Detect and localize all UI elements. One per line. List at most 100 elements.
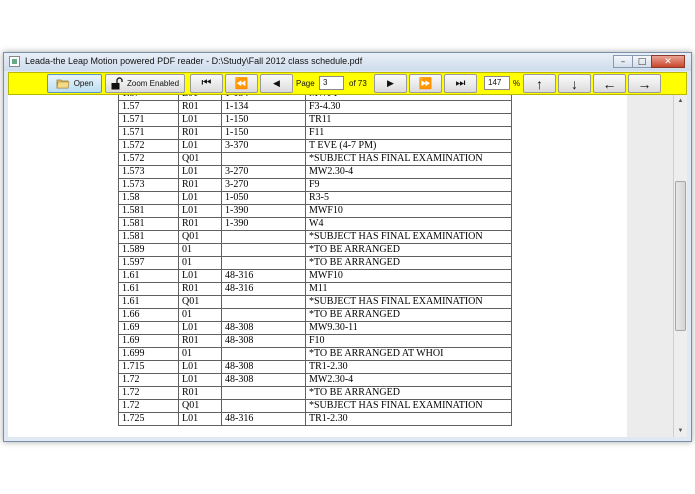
next-icon: ▶	[387, 78, 394, 88]
table-row: 1.57 R01 1-134 F3-4.30	[118, 100, 512, 114]
folder-icon	[56, 79, 70, 89]
zoom-percent-label: %	[513, 79, 521, 88]
cell-section: L01	[178, 373, 222, 387]
cell-room: 3-370	[221, 139, 306, 153]
cell-time: *SUBJECT HAS FINAL EXAMINATION	[305, 399, 512, 413]
cell-time: M11	[305, 282, 512, 296]
previous-page-button[interactable]: ◀	[260, 74, 293, 93]
cell-subject: 1.597	[118, 256, 179, 270]
page-label: Page	[296, 79, 315, 88]
table-row: 1.581 Q01 *SUBJECT HAS FINAL EXAMINATION	[118, 230, 512, 244]
cell-subject: 1.571	[118, 113, 179, 127]
cell-subject: 1.69	[118, 321, 179, 335]
cell-section: L01	[178, 139, 222, 153]
table-row: 1.725 L01 48-316 TR1-2.30	[118, 412, 512, 426]
last-page-button[interactable]: ⏭	[444, 74, 477, 93]
table-row: 1.573 R01 3-270 F9	[118, 178, 512, 192]
cell-room	[221, 386, 306, 400]
cell-room	[221, 295, 306, 309]
cell-time: *SUBJECT HAS FINAL EXAMINATION	[305, 230, 512, 244]
cell-section: L01	[178, 191, 222, 205]
cell-time: W4	[305, 217, 512, 231]
cell-subject: 1.72	[118, 373, 179, 387]
first-page-button[interactable]: ⏮	[190, 74, 223, 93]
cell-subject: 1.589	[118, 243, 179, 257]
next-page-button[interactable]: ▶	[374, 74, 407, 93]
page-number-input[interactable]: 3	[319, 76, 344, 90]
cell-room: 1-050	[221, 191, 306, 205]
cell-subject: 1.61	[118, 269, 179, 283]
table-row: 1.61 Q01 *SUBJECT HAS FINAL EXAMINATION	[118, 295, 512, 309]
scroll-left-button[interactable]: ←	[593, 74, 626, 93]
scroll-down-arrow-icon[interactable]: ▼	[674, 425, 687, 437]
cell-subject: 1.725	[118, 412, 179, 426]
table-row: 1.581 R01 1-390 W4	[118, 217, 512, 231]
table-row: 1.572 Q01 *SUBJECT HAS FINAL EXAMINATION	[118, 152, 512, 166]
cell-room	[221, 243, 306, 257]
maximize-button[interactable]: □	[632, 55, 652, 68]
fast-forward-button[interactable]: ⏩	[409, 74, 442, 93]
cell-time: TR1-2.30	[305, 360, 512, 374]
table-row: 1.699 01 *TO BE ARRANGED AT WHOI	[118, 347, 512, 361]
cell-room: 48-316	[221, 412, 306, 426]
cell-time: TR11	[305, 113, 512, 127]
scroll-up-arrow-icon[interactable]: ▲	[674, 95, 687, 107]
cell-section: Q01	[178, 399, 222, 413]
cell-room: 1-150	[221, 126, 306, 140]
cell-section: R01	[178, 126, 222, 140]
cell-room	[221, 256, 306, 270]
cell-section: 01	[178, 308, 222, 322]
cell-subject: 1.581	[118, 204, 179, 218]
vertical-scrollbar[interactable]: ▲ ▼	[673, 95, 687, 437]
schedule-table: 1.57L011-134MWF11.57R011-134F3-4.301.571…	[118, 95, 512, 426]
title-bar[interactable]: Leada-the Leap Motion powered PDF reader…	[4, 53, 691, 71]
cell-room	[221, 308, 306, 322]
cell-room: 48-308	[221, 321, 306, 335]
cell-section: 01	[178, 243, 222, 257]
scroll-right-button[interactable]: →	[628, 74, 661, 93]
arrow-up-icon: ↑	[536, 75, 543, 92]
rewind-button[interactable]: ⏪	[225, 74, 258, 93]
pdf-reader-window: Leada-the Leap Motion powered PDF reader…	[3, 52, 692, 442]
zoom-input[interactable]: 147	[484, 76, 510, 90]
cell-subject: 1.581	[118, 217, 179, 231]
close-button[interactable]: ✕	[651, 55, 685, 68]
minimize-button[interactable]: –	[613, 55, 633, 68]
window-title: Leada-the Leap Motion powered PDF reader…	[25, 56, 363, 66]
cell-room: 1-134	[221, 100, 306, 114]
cell-section: Q01	[178, 152, 222, 166]
document-viewport[interactable]: 1.57L011-134MWF11.57R011-134F3-4.301.571…	[8, 95, 673, 437]
cell-subject: 1.61	[118, 295, 179, 309]
cell-room	[221, 347, 306, 361]
arrow-left-icon: ←	[602, 75, 617, 92]
cell-subject: 1.571	[118, 126, 179, 140]
cell-room: 1-150	[221, 113, 306, 127]
unlock-icon	[111, 77, 123, 90]
arrow-down-icon: ↓	[571, 75, 578, 92]
table-row: 1.69 R01 48-308 F10	[118, 334, 512, 348]
last-page-icon: ⏭	[455, 77, 466, 89]
cell-subject: 1.58	[118, 191, 179, 205]
scroll-up-button[interactable]: ↑	[523, 74, 556, 93]
cell-subject: 1.72	[118, 386, 179, 400]
table-row: 1.597 01 *TO BE ARRANGED	[118, 256, 512, 270]
cell-time: F10	[305, 334, 512, 348]
cell-time: R3-5	[305, 191, 512, 205]
open-button[interactable]: Open	[47, 74, 102, 93]
scroll-down-button[interactable]: ↓	[558, 74, 591, 93]
cell-time: *TO BE ARRANGED	[305, 256, 512, 270]
cell-room: 1-390	[221, 217, 306, 231]
cell-section: L01	[178, 165, 222, 179]
cell-time: TR1-2.30	[305, 412, 512, 426]
zoom-toggle-button[interactable]: Zoom Enabled	[105, 74, 185, 93]
scrollbar-thumb[interactable]	[675, 181, 686, 331]
cell-room	[221, 230, 306, 244]
cell-room: 48-308	[221, 373, 306, 387]
fast-forward-icon: ⏩	[418, 78, 433, 90]
table-row: 1.571 L01 1-150 TR11	[118, 113, 512, 127]
cell-room	[221, 399, 306, 413]
cell-subject: 1.572	[118, 139, 179, 153]
table-row: 1.572 L01 3-370 T EVE (4-7 PM)	[118, 139, 512, 153]
table-row: 1.61 L01 48-316 MWF10	[118, 269, 512, 283]
cell-time: *SUBJECT HAS FINAL EXAMINATION	[305, 295, 512, 309]
